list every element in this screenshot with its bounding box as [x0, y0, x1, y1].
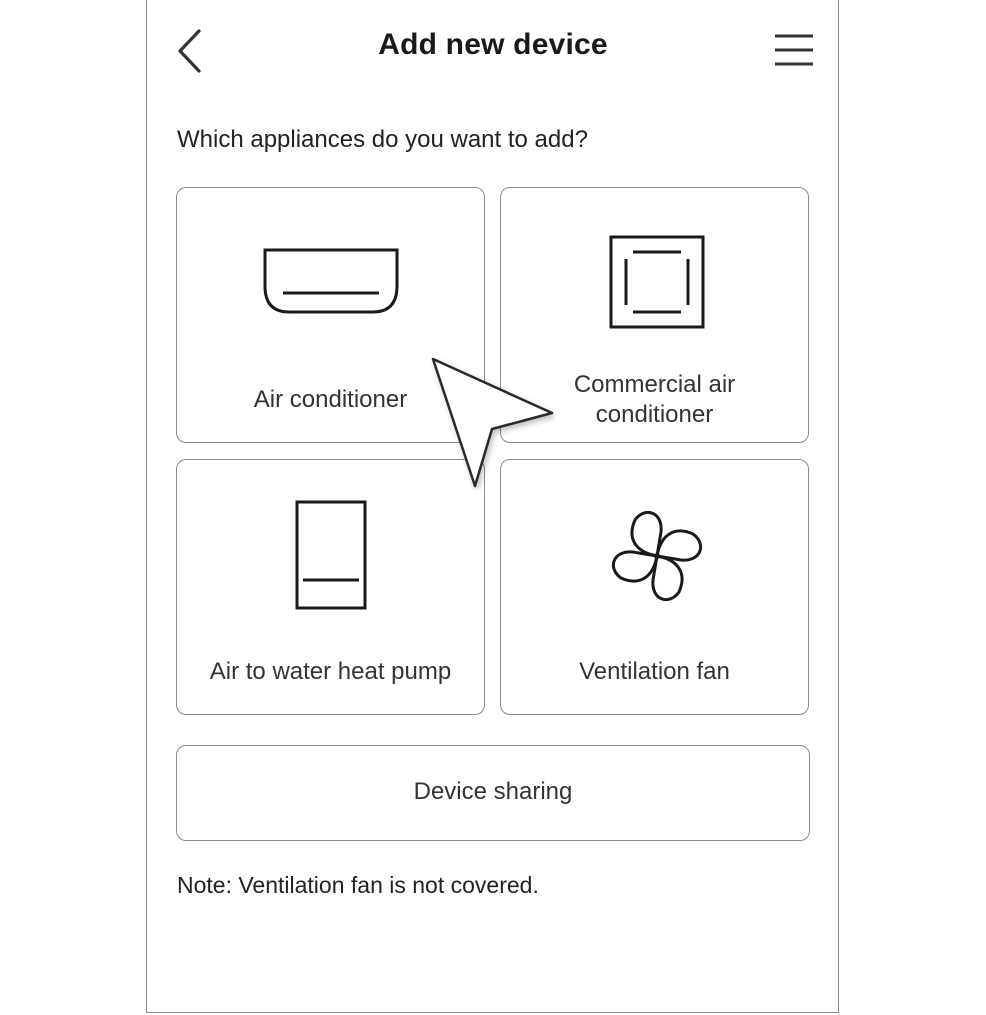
fan-icon: [611, 510, 703, 602]
tile-ventilation-fan[interactable]: Ventilation fan: [500, 459, 809, 715]
back-button[interactable]: [172, 26, 212, 76]
tile-label: Ventilation fan: [579, 658, 730, 685]
tile-label: Air to water heat pump: [209, 658, 452, 685]
page-title: Add new device: [378, 28, 608, 61]
cassette-air-conditioner-icon: [609, 235, 705, 329]
tile-air-to-water-heat-pump[interactable]: Air to water heat pump: [176, 459, 485, 715]
appliance-question: Which appliances do you want to add?: [177, 126, 588, 153]
hamburger-menu-icon: [775, 34, 813, 66]
device-sharing-label: Device sharing: [413, 778, 573, 805]
chevron-left-icon: [178, 29, 201, 73]
note-text: Note: Ventilation fan is not covered.: [177, 872, 539, 898]
heat-pump-icon: [295, 500, 367, 610]
device-sharing-button[interactable]: Device sharing: [176, 745, 810, 841]
mouse-pointer-icon: [431, 357, 554, 488]
wall-air-conditioner-icon: [263, 248, 399, 314]
menu-button[interactable]: [770, 30, 818, 70]
